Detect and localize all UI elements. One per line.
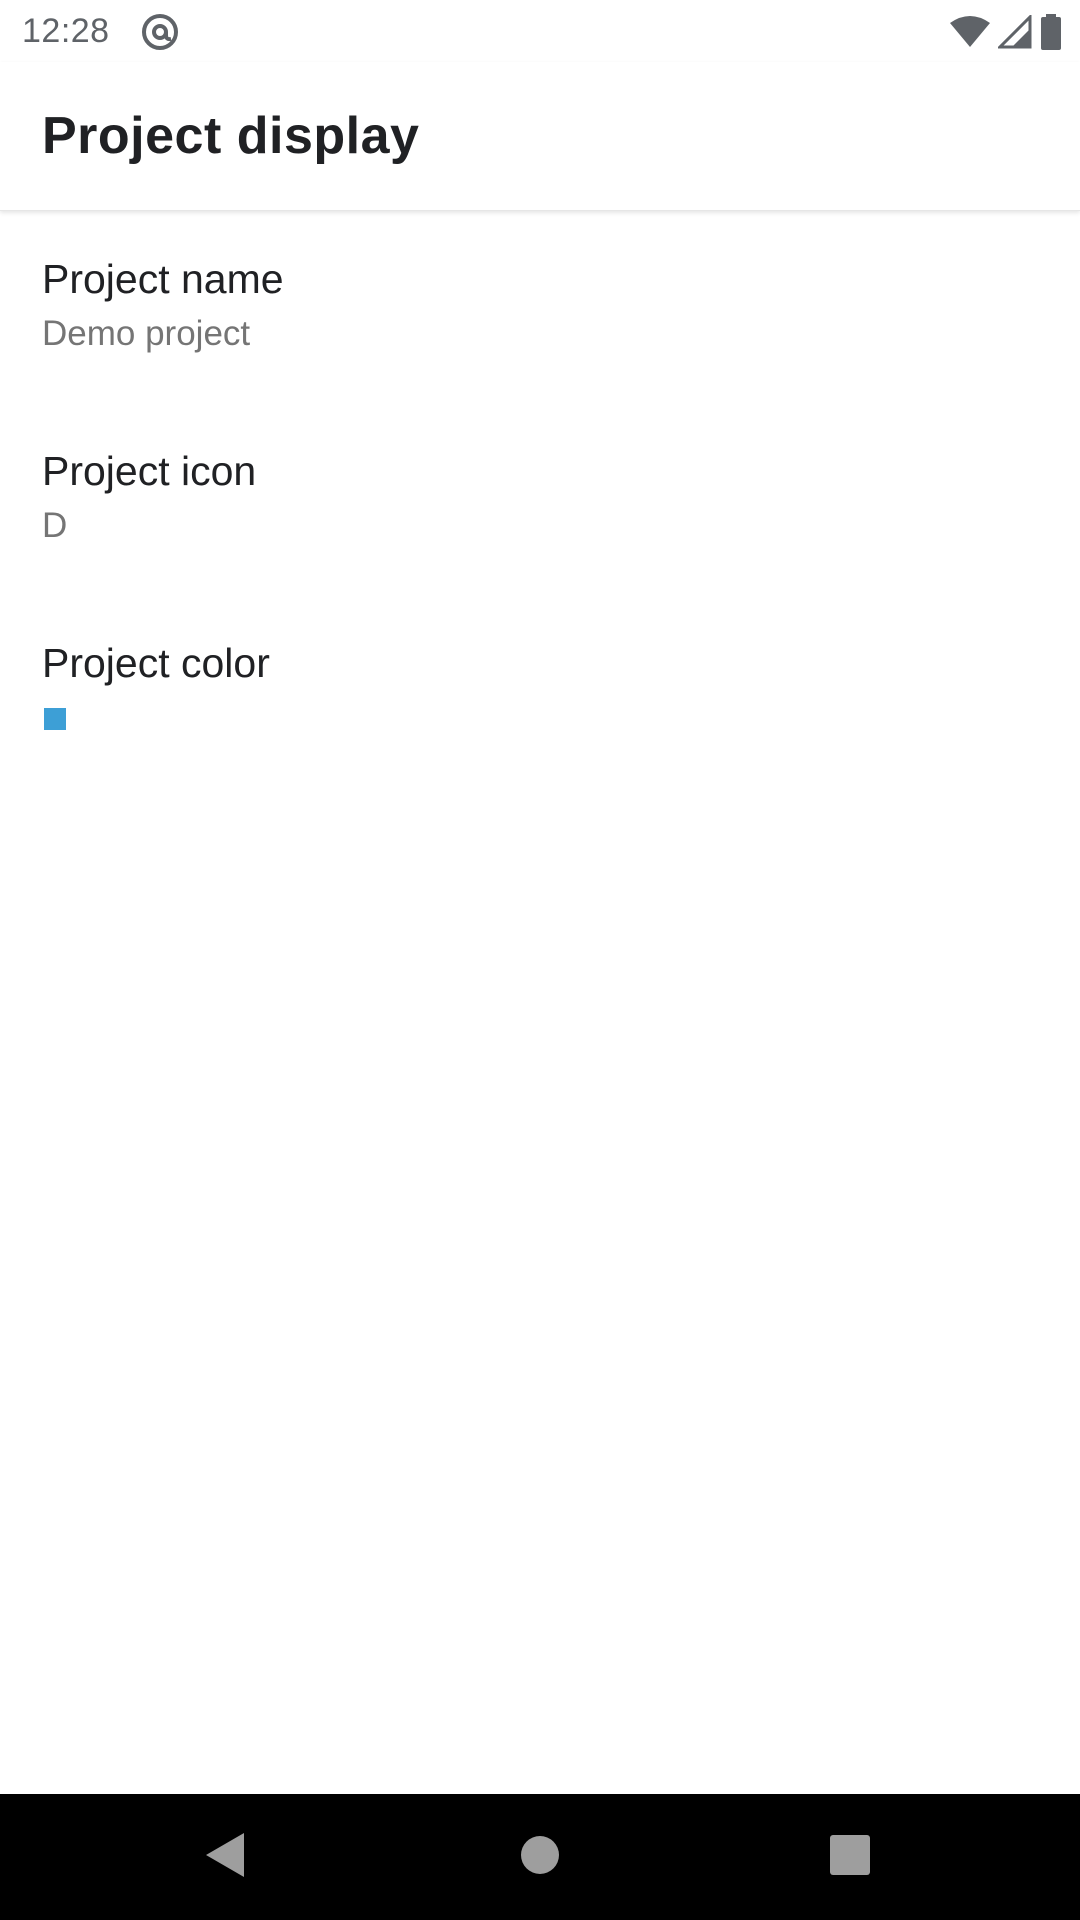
screen: 12:28 Project display Project name Demo … [0, 0, 1080, 1920]
pref-item-project-name[interactable]: Project name Demo project [0, 212, 1080, 404]
color-swatch [44, 708, 66, 730]
app-bar: Project display [0, 62, 1080, 211]
recents-button[interactable] [770, 1794, 930, 1920]
pref-summary: Demo project [42, 314, 251, 353]
status-time: 12:28 [22, 12, 110, 50]
back-triangle-icon [204, 1831, 248, 1884]
at-sign-icon [140, 12, 180, 52]
wifi-icon [950, 15, 990, 49]
cell-signal-icon [998, 15, 1032, 49]
preference-list: Project name Demo project Project icon D… [0, 212, 1080, 788]
pref-title: Project icon [42, 448, 257, 494]
page-title: Project display [42, 107, 420, 165]
status-bar: 12:28 [0, 0, 1080, 62]
home-circle-icon [520, 1835, 560, 1880]
pref-title: Project name [42, 256, 284, 302]
recents-square-icon [830, 1834, 870, 1880]
status-icons [950, 12, 1062, 52]
pref-title: Project color [42, 640, 270, 686]
pref-summary: D [42, 506, 68, 545]
pref-item-project-icon[interactable]: Project icon D [0, 404, 1080, 596]
back-button[interactable] [146, 1794, 306, 1920]
navigation-bar [0, 1794, 1080, 1920]
home-button[interactable] [460, 1794, 620, 1920]
pref-item-project-color[interactable]: Project color [0, 596, 1080, 788]
battery-icon [1040, 14, 1062, 50]
